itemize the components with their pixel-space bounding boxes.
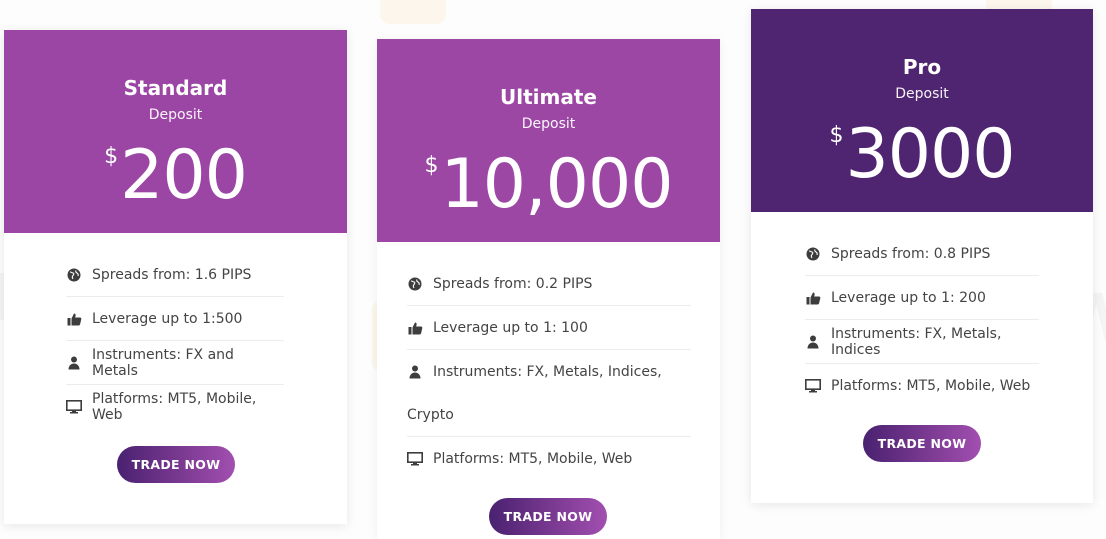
feature-spreads: Spreads from: 1.6 PIPS bbox=[66, 253, 284, 297]
feature-text-continued: Crypto bbox=[407, 406, 454, 423]
plan-header-ultimate: Ultimate Deposit $10,000 bbox=[377, 39, 720, 242]
feature-spreads: Spreads from: 0.8 PIPS bbox=[805, 232, 1039, 276]
trade-now-button-ultimate[interactable]: TRADE NOW bbox=[489, 498, 607, 535]
price-amount: 200 bbox=[120, 136, 248, 215]
feature-text: Platforms: MT5, Mobile, Web bbox=[92, 390, 257, 423]
globe-icon bbox=[407, 276, 423, 292]
plan-name: Ultimate bbox=[500, 85, 597, 109]
feature-text: Platforms: MT5, Mobile, Web bbox=[433, 450, 633, 467]
feature-text: Platforms: MT5, Mobile, Web bbox=[831, 377, 1031, 394]
plan-header-standard: Standard Deposit $200 bbox=[4, 30, 347, 233]
plan-price: $3000 bbox=[751, 121, 1093, 189]
feature-leverage: Leverage up to 1:500 bbox=[66, 297, 284, 341]
price-amount: 10,000 bbox=[440, 145, 674, 224]
plan-card-ultimate: Ultimate Deposit $10,000 Spreads from: 0… bbox=[377, 39, 720, 539]
feature-platforms: Platforms: MT5, Mobile, Web bbox=[407, 437, 691, 480]
feature-list: Spreads from: 1.6 PIPS Leverage up to 1:… bbox=[66, 253, 284, 428]
user-icon bbox=[66, 355, 82, 371]
monitor-icon bbox=[66, 399, 82, 415]
user-icon bbox=[805, 334, 821, 350]
user-icon bbox=[407, 364, 423, 380]
feature-line: Instruments: FX, Metals, Indices, bbox=[407, 350, 691, 393]
feature-list: Spreads from: 0.2 PIPS Leverage up to 1:… bbox=[407, 262, 691, 480]
feature-list: Spreads from: 0.8 PIPS Leverage up to 1:… bbox=[805, 232, 1039, 407]
feature-instruments: Instruments: FX, Metals, Indices, Crypto bbox=[407, 350, 691, 437]
feature-text: Spreads from: 0.8 PIPS bbox=[831, 245, 991, 262]
deposit-label: Deposit bbox=[148, 107, 203, 123]
feature-text: Leverage up to 1: 200 bbox=[831, 289, 986, 306]
feature-text: Leverage up to 1:500 bbox=[92, 310, 243, 327]
feature-text: Instruments: FX, Metals, Indices, bbox=[433, 363, 662, 380]
feature-line-continued: Crypto bbox=[407, 393, 691, 436]
plan-card-pro: Pro Deposit $3000 Spreads from: 0.8 PIPS… bbox=[751, 9, 1093, 503]
deposit-label: Deposit bbox=[521, 116, 576, 132]
monitor-icon bbox=[407, 451, 423, 467]
feature-platforms: Platforms: MT5, Mobile, Web bbox=[805, 364, 1039, 407]
thumbs-up-icon bbox=[66, 311, 82, 327]
feature-text: Spreads from: 1.6 PIPS bbox=[92, 266, 252, 283]
plan-price: $200 bbox=[4, 142, 347, 210]
feature-instruments: Instruments: FX, Metals, Indices bbox=[805, 320, 1039, 364]
feature-spreads: Spreads from: 0.2 PIPS bbox=[407, 262, 691, 306]
currency-symbol: $ bbox=[104, 144, 119, 169]
trade-now-button-standard[interactable]: TRADE NOW bbox=[117, 446, 235, 483]
feature-leverage: Leverage up to 1: 200 bbox=[805, 276, 1039, 320]
monitor-icon bbox=[805, 378, 821, 394]
thumbs-up-icon bbox=[407, 320, 423, 336]
trade-now-button-pro[interactable]: TRADE NOW bbox=[863, 425, 981, 462]
feature-text: Instruments: FX and Metals bbox=[92, 346, 234, 379]
plan-name: Pro bbox=[902, 55, 942, 79]
feature-text: Spreads from: 0.2 PIPS bbox=[433, 275, 593, 292]
thumbs-up-icon bbox=[805, 290, 821, 306]
feature-instruments: Instruments: FX and Metals bbox=[66, 341, 284, 385]
globe-icon bbox=[66, 267, 82, 283]
plan-card-standard: Standard Deposit $200 Spreads from: 1.6 … bbox=[4, 30, 347, 524]
feature-text: Leverage up to 1: 100 bbox=[433, 319, 588, 336]
currency-symbol: $ bbox=[424, 153, 439, 178]
plan-price: $10,000 bbox=[377, 151, 720, 219]
feature-platforms: Platforms: MT5, Mobile, Web bbox=[66, 385, 284, 428]
plan-name: Standard bbox=[123, 76, 228, 100]
globe-icon bbox=[805, 246, 821, 262]
watermark-logo-icon-top bbox=[380, 0, 446, 24]
deposit-label: Deposit bbox=[895, 86, 949, 102]
currency-symbol: $ bbox=[829, 123, 844, 148]
feature-leverage: Leverage up to 1: 100 bbox=[407, 306, 691, 350]
price-amount: 3000 bbox=[845, 115, 1015, 194]
feature-text: Instruments: FX, Metals, Indices bbox=[831, 325, 1002, 358]
plan-header-pro: Pro Deposit $3000 bbox=[751, 9, 1093, 212]
